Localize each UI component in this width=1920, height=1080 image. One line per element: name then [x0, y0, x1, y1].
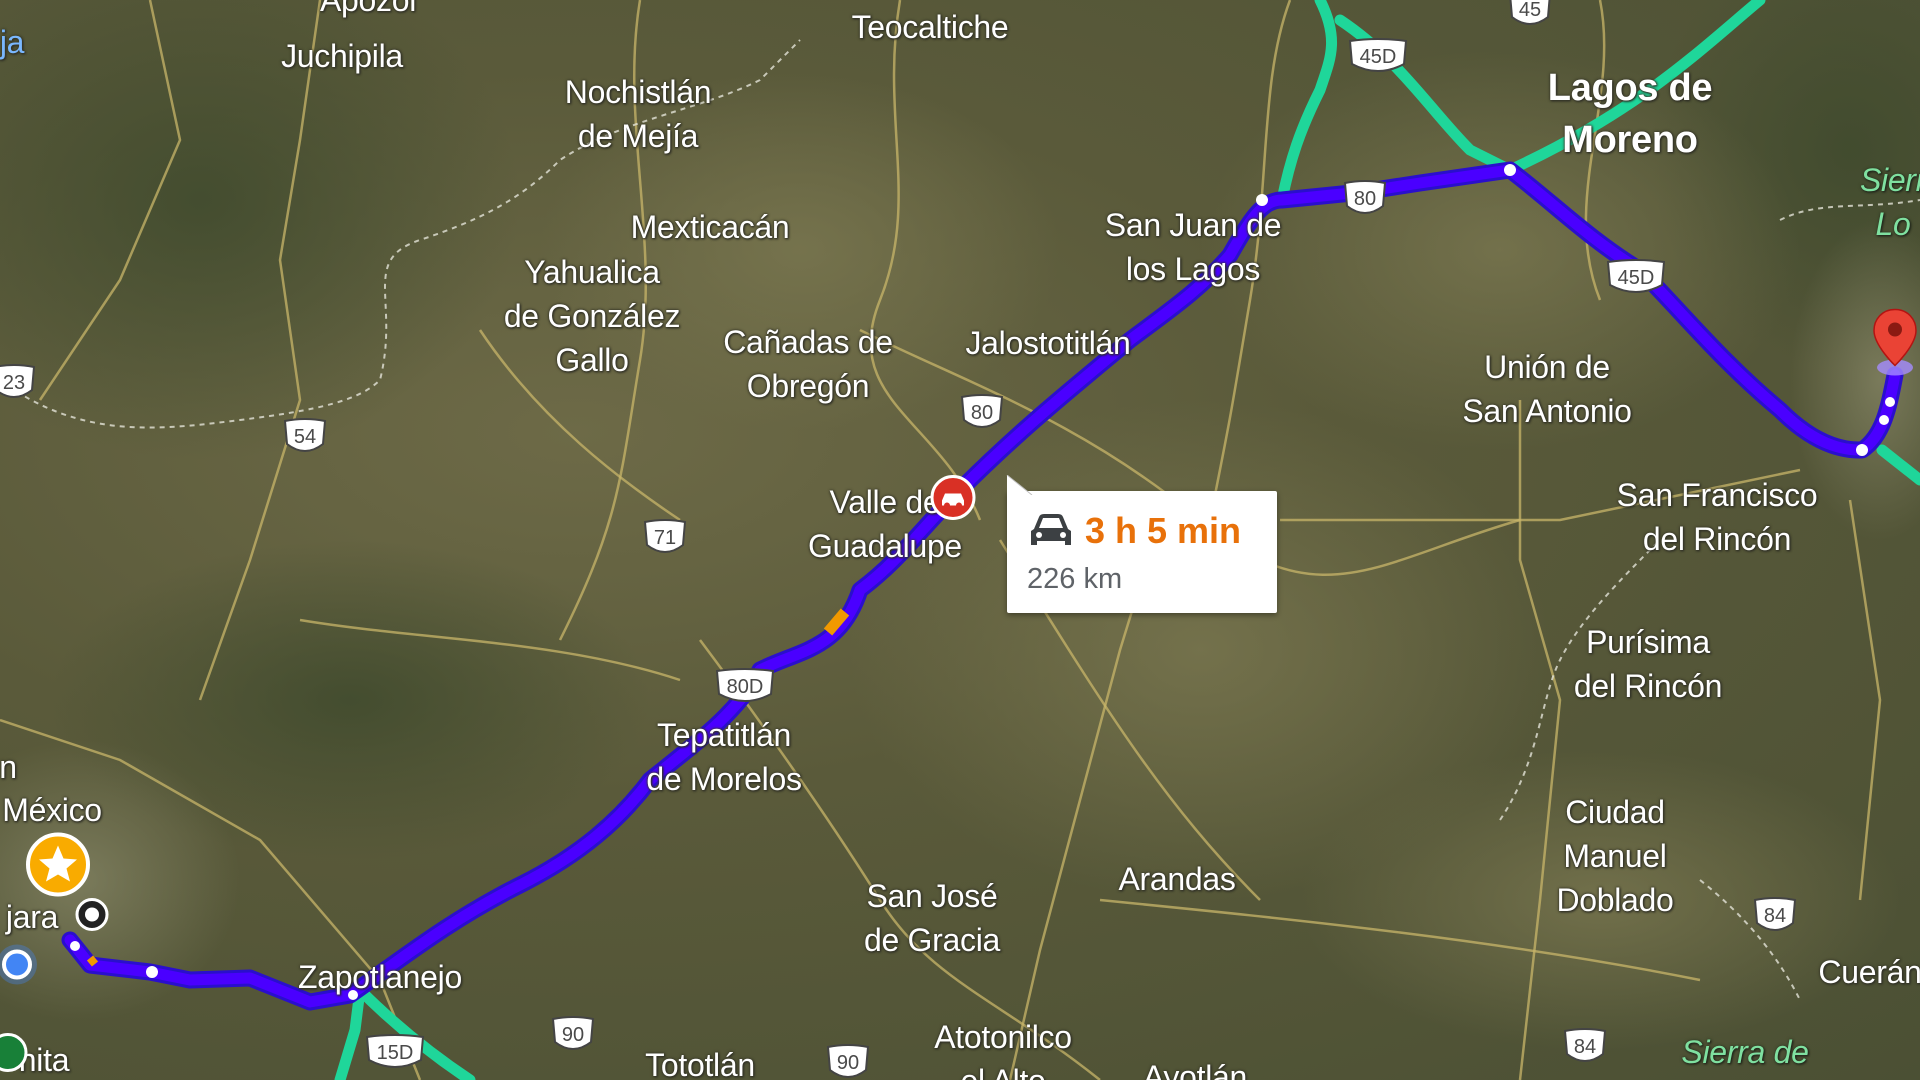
highway-shield-23: 23 [0, 364, 38, 402]
place-ayotlan: Ayotlán [1142, 1059, 1248, 1080]
place-san-jose-de-gracia: San José de Gracia [863, 878, 1001, 958]
highway-shield-80d: 80D [713, 668, 777, 706]
highway-shield-45d-top: 45D [1346, 38, 1410, 76]
map-canvas[interactable]: Apozol Teocaltiche Juchipila Nochistlán … [0, 0, 1920, 1080]
place-union-de-san-antonio: Unión de San Antonio [1462, 349, 1632, 429]
place-tepatitlan-de-morelos: Tepatitlán de Morelos [646, 717, 802, 797]
place-lagos-de-moreno: Lagos de Moreno [1547, 67, 1713, 161]
highway-shield-90-left: 90 [549, 1016, 597, 1054]
highway-shield-84-bottom: 84 [1561, 1028, 1609, 1066]
place-san-francisco-del-rincon: San Francisco del Rincón [1616, 477, 1818, 557]
green-place-icon[interactable] [0, 1033, 28, 1078]
highway-shield-45: 45 [1506, 0, 1554, 29]
place-mexticacan: Mexticacán [630, 209, 790, 245]
place-sierra-de: Sierra de [1681, 1034, 1809, 1070]
highway-shield-90-bottom: 90 [824, 1044, 872, 1080]
traffic-segment [86, 955, 99, 967]
route-distance: 226 km [1027, 563, 1123, 595]
place-san-juan-de-los-lagos: San Juan de los Lagos [1104, 207, 1282, 287]
place-yahualica: Yahualica de González Gallo [503, 254, 681, 378]
place-edge-n: n [0, 749, 17, 785]
traffic-incident-icon[interactable] [929, 474, 977, 527]
place-purisima-del-rincon: Purísima del Rincón [1573, 624, 1723, 704]
place-mexico: México [2, 792, 102, 828]
highway-shield-54: 54 [281, 418, 329, 456]
place-arandas: Arandas [1118, 861, 1236, 897]
highway-shield-84-right: 84 [1751, 897, 1799, 935]
place-nochistlan: Nochistlán de Mejía [564, 74, 712, 154]
place-tototlan: Tototlán [645, 1047, 755, 1080]
saved-place-star-icon[interactable] [25, 832, 91, 903]
route-info-card[interactable]: 3 h 5 min 226 km [1006, 475, 1277, 613]
place-sierra-lobos: Sierr Lo [1859, 162, 1920, 242]
my-location-icon[interactable] [0, 943, 39, 992]
place-cueramaro-partial: Cuerán [1818, 954, 1920, 990]
highway-shield-15d: 15D [363, 1034, 427, 1072]
car-icon [1031, 514, 1071, 545]
highway-shield-80-top: 80 [1341, 180, 1389, 218]
card-pointer [1006, 475, 1033, 495]
place-edge-ja: ja [0, 24, 25, 60]
place-juchipila: Juchipila [281, 38, 403, 74]
destination-pin-icon[interactable] [1870, 308, 1920, 383]
place-zapotlanejo: Zapotlanejo [298, 959, 462, 995]
place-ciudad-manuel-doblado: Ciudad Manuel Doblado [1556, 794, 1674, 918]
place-apozol: Apozol [319, 0, 417, 18]
highway-shield-45d-right: 45D [1604, 259, 1668, 297]
origin-circle-icon[interactable] [74, 897, 110, 938]
place-teocaltiche: Teocaltiche [851, 9, 1009, 45]
place-canadas-de-obregon: Cañadas de Obregón [723, 324, 893, 404]
place-jalostotitlan: Jalostotitlán [965, 325, 1131, 361]
highway-shield-71: 71 [641, 519, 689, 557]
highway-shield-80-mid: 80 [958, 394, 1006, 432]
route-duration: 3 h 5 min [1085, 510, 1242, 551]
place-atotonilco-el-alto: Atotonilco el Alto [934, 1019, 1072, 1080]
